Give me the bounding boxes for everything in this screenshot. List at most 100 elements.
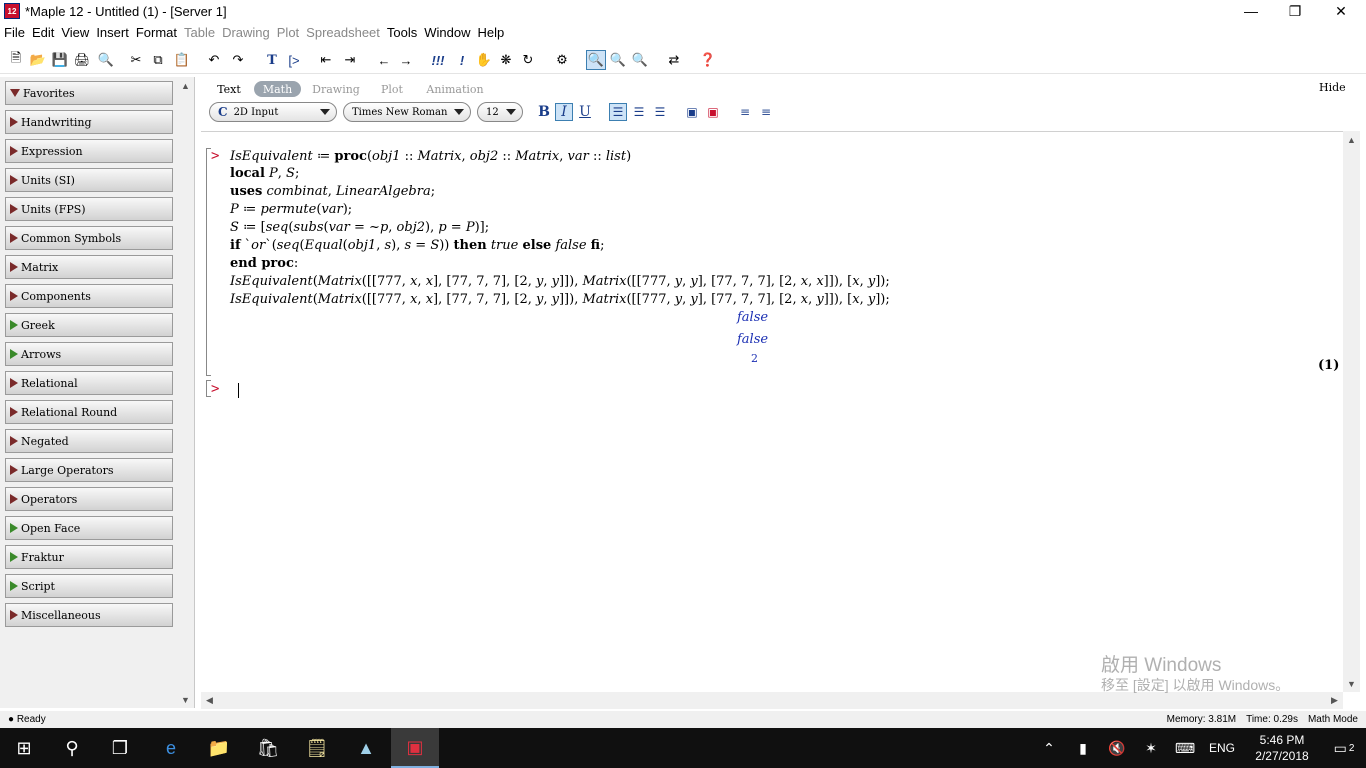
palette-favorites[interactable]: Favorites xyxy=(5,81,173,105)
palette-greek[interactable]: Greek xyxy=(5,313,173,337)
zoom-100-icon[interactable]: 🔍 xyxy=(586,50,606,70)
worksheet[interactable] xyxy=(201,131,1343,692)
palette-negated[interactable]: Negated xyxy=(5,429,173,453)
highlight-color-button[interactable]: ▣ xyxy=(704,103,722,121)
palette-script[interactable]: Script xyxy=(5,574,173,598)
underline-button[interactable]: U xyxy=(576,103,594,121)
bullet-list-button[interactable]: ≡ xyxy=(736,103,754,121)
palette-fraktur[interactable]: Fraktur xyxy=(5,545,173,569)
maple-taskbar-button[interactable]: ▣ xyxy=(391,728,439,768)
palette-open-face[interactable]: Open Face xyxy=(5,516,173,540)
palette-relational-round[interactable]: Relational Round xyxy=(5,400,173,424)
menu-view[interactable]: View xyxy=(58,25,92,40)
network-icon[interactable]: ✶ xyxy=(1134,740,1168,757)
tab-animation[interactable]: Animation xyxy=(425,81,485,97)
tab-text[interactable]: Text xyxy=(213,81,245,97)
stop-hand-icon[interactable]: ✋ xyxy=(474,50,494,70)
menu-drawing[interactable]: Drawing xyxy=(219,25,273,40)
align-left-button[interactable]: ☰ xyxy=(609,103,627,121)
palette-units-fps[interactable]: Units (FPS) xyxy=(5,197,173,221)
zoom-out-icon[interactable]: 🔍 xyxy=(630,50,650,70)
worksheet-vertical-scrollbar[interactable]: ▲ ▼ xyxy=(1343,131,1360,692)
text-mode-icon[interactable]: T xyxy=(262,50,282,70)
code-line-3[interactable]: uses combinat, LinearAlgebra; xyxy=(230,184,435,199)
palette-units-si[interactable]: Units (SI) xyxy=(5,168,173,192)
palette-relational[interactable]: Relational xyxy=(5,371,173,395)
palette-large-operators[interactable]: Large Operators xyxy=(5,458,173,482)
italic-button[interactable]: I xyxy=(555,103,573,121)
text-color-button[interactable]: ▣ xyxy=(683,103,701,121)
close-button[interactable]: ✕ xyxy=(1318,0,1364,22)
palette-matrix[interactable]: Matrix xyxy=(5,255,173,279)
code-line-4[interactable]: P ≔ permute(var); xyxy=(230,202,352,217)
menu-edit[interactable]: Edit xyxy=(29,25,57,40)
hide-context-button[interactable]: Hide xyxy=(1319,81,1346,94)
cut-icon[interactable]: ✂ xyxy=(126,50,146,70)
undo-icon[interactable]: ↶ xyxy=(204,50,224,70)
font-size-select[interactable]: 12 xyxy=(477,102,523,122)
toggle-icon[interactable]: ⇄ xyxy=(664,50,684,70)
file-explorer-button[interactable]: 📁 xyxy=(195,728,243,768)
maximize-button[interactable]: ❐ xyxy=(1272,0,1318,22)
scroll-down-icon[interactable]: ▼ xyxy=(177,691,194,708)
task-view-button[interactable]: ❐ xyxy=(96,728,144,768)
scroll-right-icon[interactable]: ▶ xyxy=(1326,692,1343,709)
indent-icon[interactable]: ⇤ xyxy=(316,50,336,70)
app-button[interactable]: ▲ xyxy=(342,728,390,768)
bold-button[interactable]: B xyxy=(535,103,553,121)
zoom-in-icon[interactable]: 🔍 xyxy=(608,50,628,70)
code-line-8[interactable]: IsEquivalent(Matrix([[777, x, x], [77, 7… xyxy=(230,274,890,289)
store-button[interactable]: 🛍 xyxy=(244,728,292,768)
code-line-2[interactable]: local P, S; xyxy=(230,166,299,181)
input-mode-select[interactable]: C 2D Input xyxy=(209,102,337,122)
menu-window[interactable]: Window xyxy=(421,25,473,40)
minimize-button[interactable]: — xyxy=(1228,0,1274,22)
menu-help[interactable]: Help xyxy=(475,25,508,40)
palette-operators[interactable]: Operators xyxy=(5,487,173,511)
volume-muted-icon[interactable]: 🔇 xyxy=(1100,740,1134,757)
debug-icon[interactable]: ❋ xyxy=(496,50,516,70)
align-center-button[interactable]: ☰ xyxy=(630,103,648,121)
menu-tools[interactable]: Tools xyxy=(384,25,420,40)
palette-components[interactable]: Components xyxy=(5,284,173,308)
numbered-list-button[interactable]: ≡ xyxy=(757,103,775,121)
print-preview-icon[interactable]: 🔍 xyxy=(96,50,116,70)
palette-handwriting[interactable]: Handwriting xyxy=(5,110,173,134)
paste-icon[interactable]: 📋 xyxy=(172,50,192,70)
palette-expression[interactable]: Expression xyxy=(5,139,173,163)
execute-all-icon[interactable]: !!! xyxy=(428,50,448,70)
execution-group-icon[interactable]: [> xyxy=(284,50,304,70)
scroll-up-icon[interactable]: ▲ xyxy=(177,77,194,94)
maple-app-icon[interactable]: 12 xyxy=(4,3,20,19)
code-line-7[interactable]: end proc: xyxy=(230,256,298,271)
execution-group-bracket[interactable] xyxy=(206,148,211,376)
palette-miscellaneous[interactable]: Miscellaneous xyxy=(5,603,173,627)
menu-file[interactable]: File xyxy=(1,25,28,40)
menu-table[interactable]: Table xyxy=(181,25,218,40)
settings-gear-icon[interactable]: ⚙ xyxy=(552,50,572,70)
code-line-6[interactable]: if `or`(seq(Equal(obj1, s), s = S)) then… xyxy=(230,238,605,253)
save-icon[interactable]: 💾 xyxy=(50,50,70,70)
palette-arrows[interactable]: Arrows xyxy=(5,342,173,366)
menu-plot[interactable]: Plot xyxy=(274,25,302,40)
restart-icon[interactable]: ↻ xyxy=(518,50,538,70)
notifications-button[interactable]: ▭ 2 xyxy=(1322,740,1366,757)
tab-plot[interactable]: Plot xyxy=(377,81,407,97)
notepad-button[interactable]: 🗒 xyxy=(293,728,341,768)
new-document-icon[interactable]: 🗎 xyxy=(6,50,26,70)
search-button[interactable]: ⚲ xyxy=(48,728,96,768)
open-folder-icon[interactable]: 📂 xyxy=(28,50,48,70)
keyboard-icon[interactable]: ⌨ xyxy=(1168,740,1202,757)
outdent-icon[interactable]: ⇥ xyxy=(340,50,360,70)
tab-math[interactable]: Math xyxy=(254,81,301,97)
palette-common-symbols[interactable]: Common Symbols xyxy=(5,226,173,250)
edge-browser-button[interactable]: e xyxy=(147,728,195,768)
code-line-5[interactable]: S ≔ [seq(subs(var = ~p, obj2), p = P)]; xyxy=(230,220,489,235)
code-line-9[interactable]: IsEquivalent(Matrix([[777, x, x], [77, 7… xyxy=(230,292,890,307)
show-hidden-icons[interactable]: ⌃ xyxy=(1032,740,1066,757)
start-button[interactable]: ⊞ xyxy=(0,728,48,768)
font-select[interactable]: Times New Roman xyxy=(343,102,471,122)
language-indicator[interactable]: ENG xyxy=(1202,741,1242,755)
scroll-left-icon[interactable]: ◀ xyxy=(201,692,218,709)
code-line-1[interactable]: IsEquivalent ≔ proc(obj1 :: Matrix, obj2… xyxy=(230,149,631,164)
